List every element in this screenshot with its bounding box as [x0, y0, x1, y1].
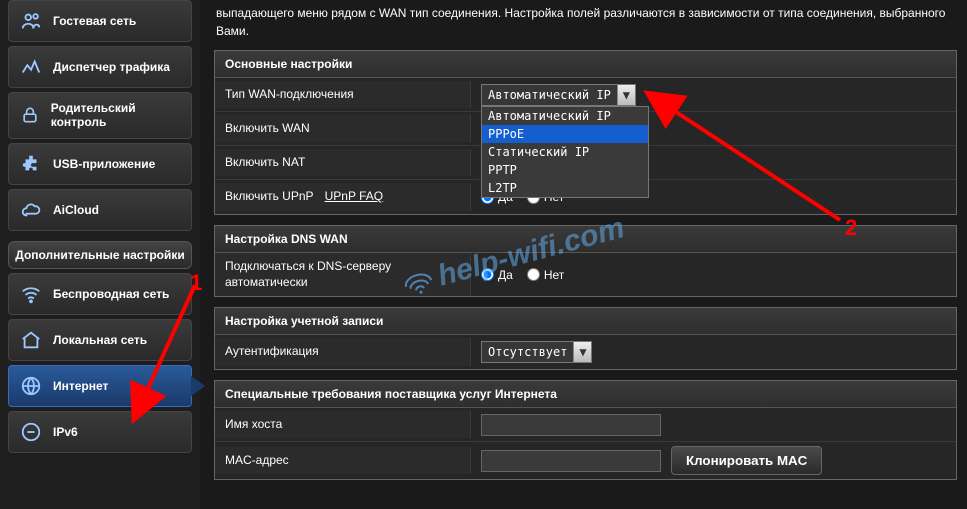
panel-header: Настройка учетной записи [215, 308, 956, 335]
label: Включить NAT [215, 149, 471, 177]
wan-type-dropdown: Автоматический IP PPPoE Статический IP P… [481, 106, 649, 198]
main-content: выпадающего меню рядом с WAN тип соедине… [200, 0, 967, 509]
row-dns-auto: Подключаться к DNS-серверу автоматически… [215, 253, 956, 296]
radio-input[interactable] [527, 268, 540, 281]
annotation-number-2: 2 [845, 215, 857, 241]
sidebar: Гостевая сеть Диспетчер трафика Родитель… [0, 0, 200, 509]
radio-yes[interactable]: Да [481, 268, 513, 282]
select-value: Автоматический IP [482, 86, 617, 104]
ipv6-icon [19, 420, 43, 444]
chevron-down-icon: ▼ [573, 342, 591, 362]
label: MAC-адрес [215, 447, 471, 475]
panel-isp: Специальные требования поставщика услуг … [214, 380, 957, 480]
puzzle-icon [19, 152, 43, 176]
nav-label: Локальная сеть [53, 333, 147, 347]
auth-select[interactable]: Отсутствует ▼ [481, 341, 592, 363]
upnp-faq-link[interactable]: UPnP FAQ [325, 189, 383, 203]
label: Подключаться к DNS-серверу автоматически [215, 253, 471, 296]
label: Включить UPnP UPnP FAQ [215, 183, 471, 211]
panel-basic: Основные настройки Тип WAN-подключения А… [214, 50, 957, 215]
sidebar-item-guest-network[interactable]: Гостевая сеть [8, 0, 192, 42]
chevron-down-icon: ▼ [617, 85, 635, 105]
sidebar-item-ipv6[interactable]: IPv6 [8, 411, 192, 453]
radio-no[interactable]: Нет [527, 268, 564, 282]
dropdown-option[interactable]: PPPoE [482, 125, 648, 143]
label: Тип WAN-подключения [215, 81, 471, 109]
nav-label: Родительский контроль [51, 101, 181, 130]
globe-icon [19, 374, 43, 398]
traffic-icon [19, 55, 43, 79]
label: Включить WAN [215, 115, 471, 143]
panel-header: Специальные требования поставщика услуг … [215, 381, 956, 408]
intro-text: выпадающего меню рядом с WAN тип соедине… [214, 0, 957, 50]
cloud-icon [19, 198, 43, 222]
nav-label: Интернет [53, 379, 108, 393]
panel-account: Настройка учетной записи Аутентификация … [214, 307, 957, 370]
row-auth: Аутентификация Отсутствует ▼ [215, 335, 956, 369]
label: Аутентификация [215, 338, 471, 366]
nav-label: Диспетчер трафика [53, 60, 170, 74]
sidebar-item-wireless[interactable]: Беспроводная сеть [8, 273, 192, 315]
wifi-icon [19, 282, 43, 306]
dns-radio-group: Да Нет [481, 268, 564, 282]
home-icon [19, 328, 43, 352]
sidebar-item-internet[interactable]: Интернет [8, 365, 192, 407]
row-host: Имя хоста [215, 408, 956, 442]
wan-type-select[interactable]: Автоматический IP ▼ [481, 84, 636, 106]
sidebar-item-usb-app[interactable]: USB-приложение [8, 143, 192, 185]
dropdown-option[interactable]: Статический IP [482, 143, 648, 161]
sidebar-item-traffic[interactable]: Диспетчер трафика [8, 46, 192, 88]
nav-label: IPv6 [53, 425, 78, 439]
host-input[interactable] [481, 414, 661, 436]
clone-mac-button[interactable]: Клонировать MAC [671, 446, 822, 475]
mac-input[interactable] [481, 450, 661, 472]
sidebar-item-aicloud[interactable]: AiCloud [8, 189, 192, 231]
label-text: Включить UPnP [225, 189, 313, 203]
sidebar-item-parental[interactable]: Родительский контроль [8, 92, 192, 139]
dropdown-option[interactable]: PPTP [482, 161, 648, 179]
annotation-number-1: 1 [190, 270, 202, 296]
sidebar-section-header: Дополнительные настройки [8, 241, 192, 269]
sidebar-item-lan[interactable]: Локальная сеть [8, 319, 192, 361]
dropdown-option[interactable]: Автоматический IP [482, 107, 648, 125]
nav-label: Беспроводная сеть [53, 287, 169, 301]
radio-input[interactable] [481, 268, 494, 281]
label: Имя хоста [215, 411, 471, 439]
row-wan-type: Тип WAN-подключения Автоматический IP ▼ … [215, 78, 956, 112]
users-icon [19, 9, 43, 33]
dropdown-option[interactable]: L2TP [482, 179, 648, 197]
row-mac: MAC-адрес Клонировать MAC [215, 442, 956, 479]
nav-label: USB-приложение [53, 157, 155, 171]
lock-icon [19, 103, 41, 127]
select-value: Отсутствует [482, 343, 573, 361]
nav-label: Гостевая сеть [53, 14, 136, 28]
panel-header: Основные настройки [215, 51, 956, 78]
nav-label: AiCloud [53, 203, 99, 217]
